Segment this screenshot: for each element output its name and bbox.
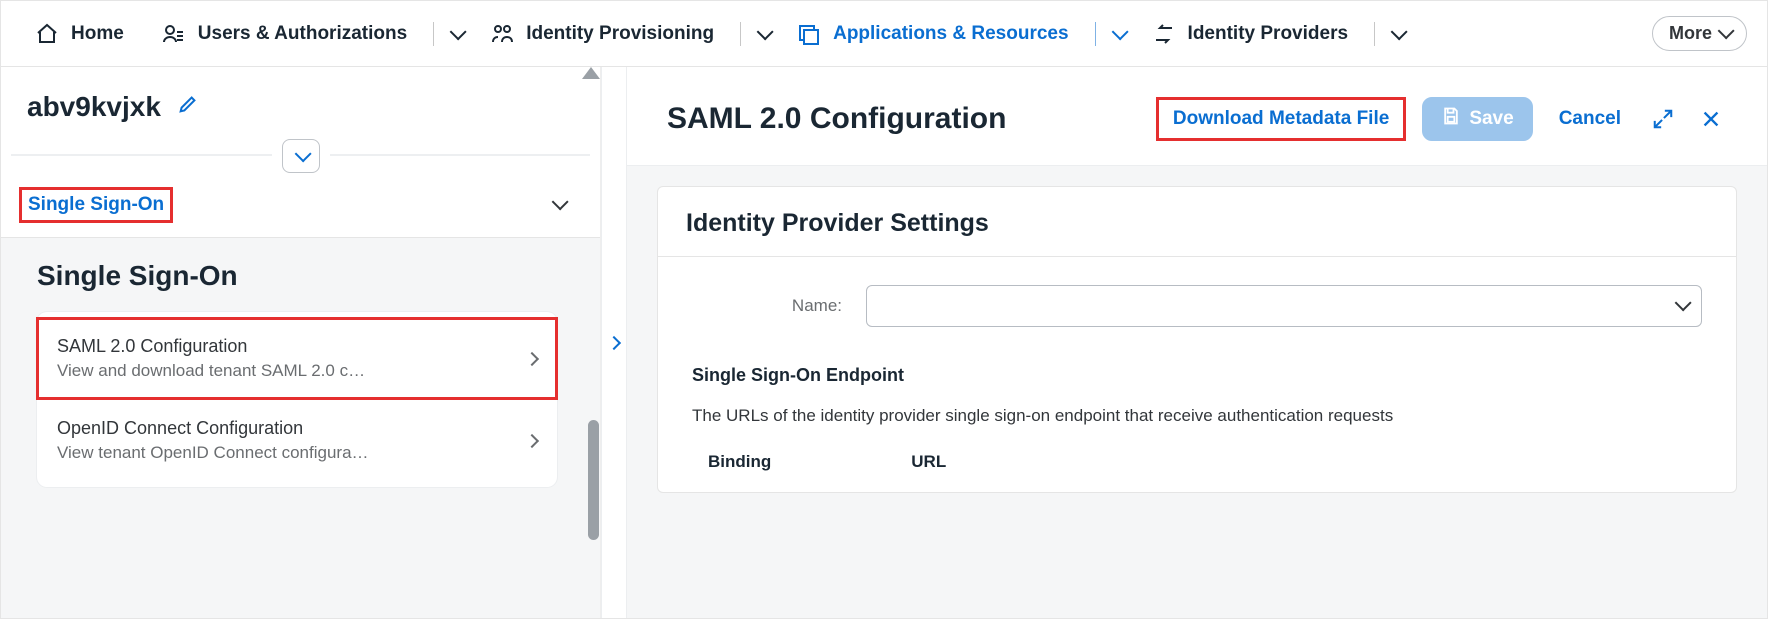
detail-header: SAML 2.0 Configuration Download Metadata… <box>627 67 1767 166</box>
nav-identity-provisioning[interactable]: Identity Provisioning <box>476 14 728 54</box>
provisioning-icon <box>490 22 514 46</box>
fullscreen-icon[interactable] <box>1647 103 1679 135</box>
chevron-down-icon <box>1718 23 1730 44</box>
close-icon[interactable] <box>1695 103 1727 135</box>
nav-home-label: Home <box>71 23 124 45</box>
nav-identity-providers-label: Identity Providers <box>1188 23 1349 45</box>
scrollbar-thumb[interactable] <box>588 420 599 540</box>
edit-title-button[interactable] <box>177 93 199 121</box>
right-column: SAML 2.0 Configuration Download Metadata… <box>627 67 1767 618</box>
cancel-button[interactable]: Cancel <box>1549 100 1631 138</box>
users-icon <box>162 22 186 46</box>
nav-applications-dropdown[interactable] <box>1108 24 1128 44</box>
sso-panel: Single Sign-On SAML 2.0 Configuration Vi… <box>1 238 600 618</box>
save-icon <box>1441 106 1461 132</box>
nav-users-label: Users & Authorizations <box>198 23 407 45</box>
home-icon <box>35 22 59 46</box>
nav-home[interactable]: Home <box>21 14 138 54</box>
app-title: abv9kvjxk <box>27 91 161 123</box>
sso-card: SAML 2.0 Configuration View and download… <box>37 312 557 487</box>
chevron-down-icon <box>1675 298 1687 314</box>
section-tab-row: Single Sign-On <box>1 187 600 238</box>
sso-panel-title: Single Sign-On <box>37 260 574 292</box>
splitter[interactable] <box>601 67 627 618</box>
top-nav: Home Users & Authorizations Identity Pro… <box>1 1 1767 67</box>
nav-applications-label: Applications & Resources <box>833 23 1068 45</box>
save-button-label: Save <box>1469 108 1513 130</box>
sync-icon <box>1152 22 1176 46</box>
nav-separator <box>740 22 741 46</box>
name-label: Name: <box>692 296 842 316</box>
detail-title: SAML 2.0 Configuration <box>667 102 1140 136</box>
card-item-subtitle: View tenant OpenID Connect configura… <box>57 443 517 463</box>
splitter-handle-icon <box>609 335 619 351</box>
nav-separator <box>1095 22 1096 46</box>
download-metadata-link[interactable]: Download Metadata File <box>1156 97 1406 141</box>
expand-divider <box>1 133 600 187</box>
chevron-right-icon <box>527 433 537 449</box>
nav-identity-provisioning-dropdown[interactable] <box>753 24 773 44</box>
nav-users-dropdown[interactable] <box>446 24 466 44</box>
main-area: abv9kvjxk Single Sign-On Single Sign-On … <box>1 67 1767 618</box>
app-title-row: abv9kvjxk <box>1 67 600 133</box>
sso-endpoint-heading: Single Sign-On Endpoint <box>658 335 1736 396</box>
card-item-title: SAML 2.0 Configuration <box>57 336 517 357</box>
section-tab-dropdown[interactable] <box>552 197 574 213</box>
sso-endpoint-description: The URLs of the identity provider single… <box>658 396 1736 444</box>
tab-single-sign-on[interactable]: Single Sign-On <box>19 187 173 223</box>
applications-icon <box>797 22 821 46</box>
nav-identity-providers[interactable]: Identity Providers <box>1138 14 1363 54</box>
endpoint-table-header: Binding URL <box>658 444 1736 472</box>
chevron-right-icon <box>527 351 537 367</box>
left-column: abv9kvjxk Single Sign-On Single Sign-On … <box>1 67 601 618</box>
idp-settings-card: Identity Provider Settings Name: Single … <box>657 186 1737 493</box>
name-field-row: Name: <box>658 257 1736 335</box>
idp-settings-title: Identity Provider Settings <box>658 187 1736 257</box>
col-url: URL <box>911 452 946 472</box>
nav-users[interactable]: Users & Authorizations <box>148 14 421 54</box>
card-item-subtitle: View and download tenant SAML 2.0 c… <box>57 361 517 381</box>
col-binding: Binding <box>708 452 771 472</box>
expand-collapse-button[interactable] <box>282 139 320 173</box>
scroll-up-indicator[interactable] <box>582 67 600 79</box>
name-select[interactable] <box>866 285 1702 327</box>
card-item-saml-config[interactable]: SAML 2.0 Configuration View and download… <box>37 318 557 399</box>
nav-more-button[interactable]: More <box>1652 16 1747 51</box>
nav-identity-providers-dropdown[interactable] <box>1387 24 1407 44</box>
nav-separator <box>433 22 434 46</box>
nav-identity-provisioning-label: Identity Provisioning <box>526 23 714 45</box>
detail-body: Identity Provider Settings Name: Single … <box>627 166 1767 513</box>
nav-applications[interactable]: Applications & Resources <box>783 14 1082 54</box>
nav-separator <box>1374 22 1375 46</box>
save-button[interactable]: Save <box>1422 97 1532 141</box>
card-item-title: OpenID Connect Configuration <box>57 418 517 439</box>
card-item-openid-config[interactable]: OpenID Connect Configuration View tenant… <box>37 399 557 481</box>
nav-more-label: More <box>1669 23 1712 44</box>
